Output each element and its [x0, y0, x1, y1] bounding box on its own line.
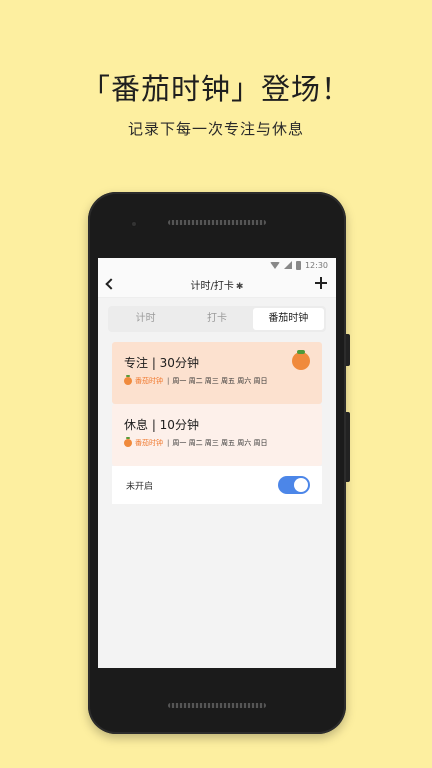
bluetooth-icon: ✱: [235, 282, 244, 292]
promo-page: 「番茄时钟」登场！ 记录下每一次专注与休息 12:30 计时/打卡 ✱ 计时 打…: [0, 0, 432, 768]
tab-timer[interactable]: 计时: [110, 308, 181, 330]
phone-screen: 12:30 计时/打卡✱ 计时 打卡 番茄时钟 专注 | 30分钟 番茄时钟: [98, 258, 336, 668]
focus-days: 周一 周二 周三 周五 周六 周日: [172, 377, 268, 385]
enable-label: 未开启: [126, 481, 154, 492]
rest-meta: 番茄时钟 | 周一 周二 周三 周五 周六 周日: [124, 437, 310, 448]
rest-card[interactable]: 休息 | 10分钟 番茄时钟 | 周一 周二 周三 周五 周六 周日: [112, 404, 322, 466]
page-title-text: 计时/打卡: [190, 281, 234, 292]
focus-title: 专注 | 30分钟: [124, 356, 199, 370]
focus-meta: 番茄时钟 | 周一 周二 周三 周五 周六 周日: [124, 375, 310, 386]
battery-icon: [295, 260, 301, 270]
tomato-icon: [292, 350, 310, 370]
bottom-speaker: [168, 703, 266, 708]
tomato-small-icon: [124, 375, 132, 385]
focus-card[interactable]: 专注 | 30分钟 番茄时钟 | 周一 周二 周三 周五 周六 周日: [112, 342, 322, 404]
enable-row: 未开启: [112, 466, 322, 504]
wifi-icon: [269, 261, 280, 269]
page-title: 计时/打卡 ✱: [98, 277, 336, 292]
add-icon[interactable]: [314, 276, 328, 290]
status-time: 12:30: [304, 260, 328, 270]
front-camera: [130, 220, 138, 228]
focus-separator: |: [167, 377, 170, 385]
rest-separator: |: [167, 439, 170, 447]
rest-title: 休息 | 10分钟: [124, 418, 199, 432]
volume-button: [346, 412, 350, 482]
segment-tabs: 计时 打卡 番茄时钟: [108, 306, 326, 332]
tomato-small-icon: [124, 437, 132, 447]
rest-tag: 番茄时钟: [135, 439, 163, 447]
promo-headline: 「番茄时钟」登场！: [80, 72, 351, 106]
earpiece-speaker: [168, 220, 266, 225]
app-toolbar: 计时/打卡 ✱: [98, 272, 336, 298]
tab-checkin[interactable]: 打卡: [181, 308, 252, 330]
rest-days: 周一 周二 周三 周五 周六 周日: [172, 439, 268, 447]
enable-toggle[interactable]: [278, 476, 310, 494]
focus-tag: 番茄时钟: [135, 377, 163, 385]
toggle-knob: [294, 478, 308, 492]
promo-subline: 记录下每一次专注与休息: [127, 120, 304, 138]
power-button: [346, 334, 350, 366]
tab-pomodoro[interactable]: 番茄时钟: [252, 308, 324, 330]
status-bar: 12:30: [98, 258, 336, 272]
phone-mockup: 12:30 计时/打卡✱ 计时 打卡 番茄时钟 专注 | 30分钟 番茄时钟: [88, 192, 350, 734]
signal-icon: [283, 261, 292, 269]
